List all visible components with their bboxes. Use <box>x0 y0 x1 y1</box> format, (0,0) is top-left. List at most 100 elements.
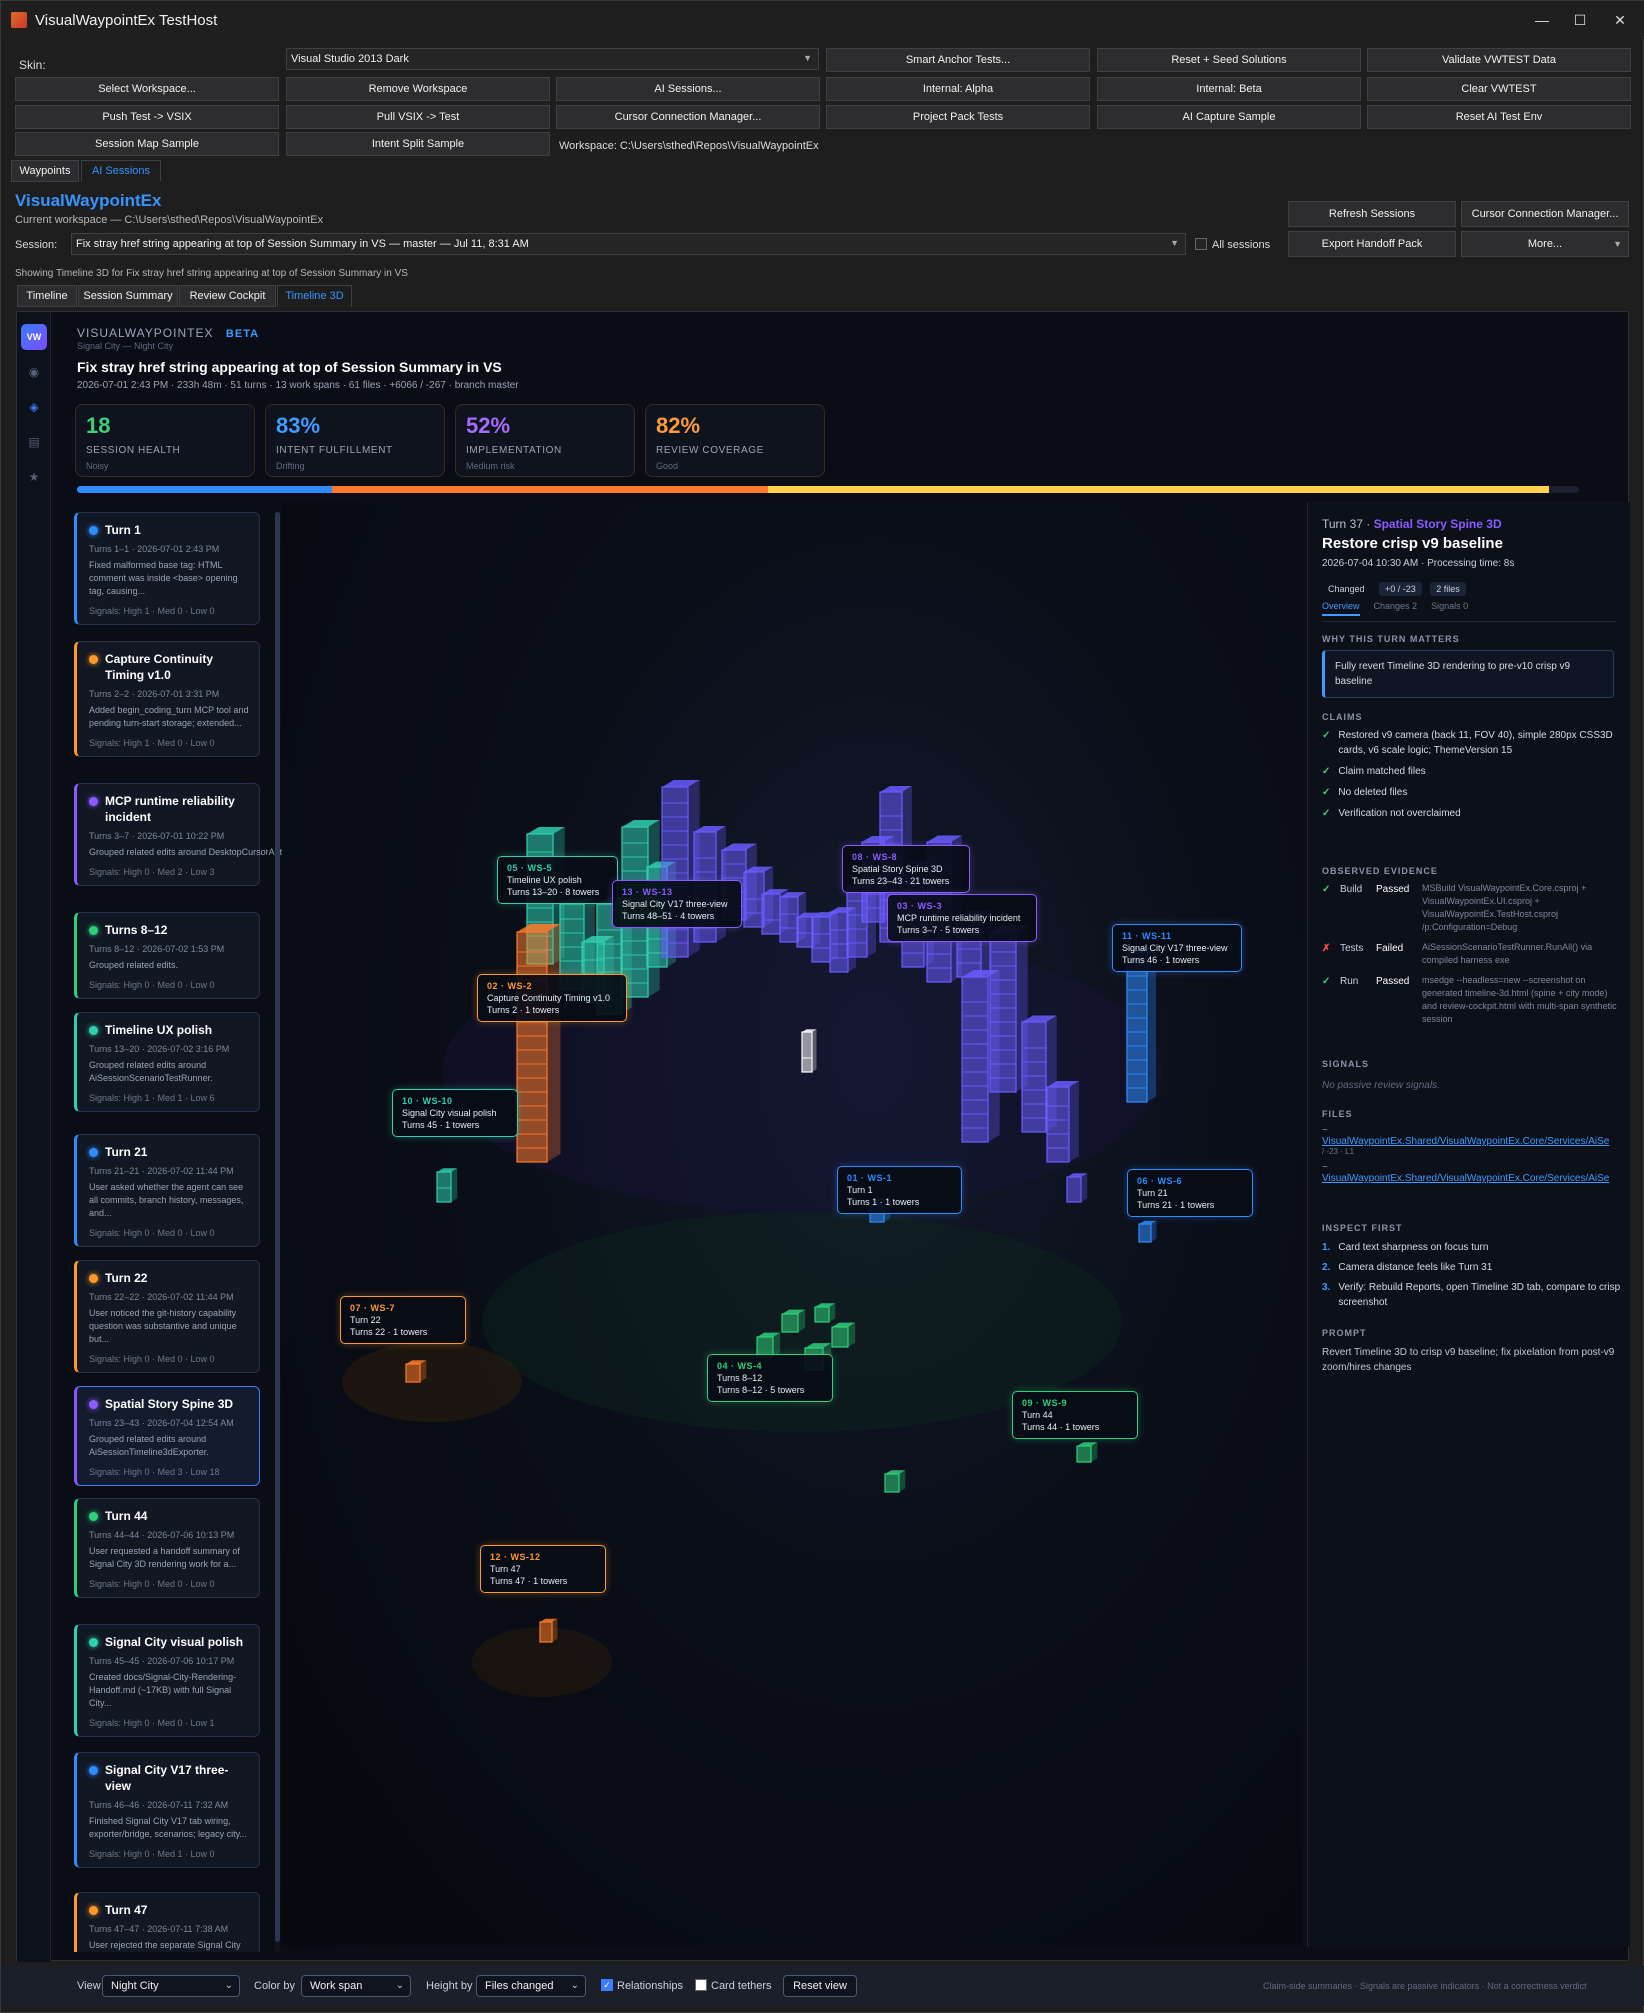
workspace-path: Workspace: C:\Users\sthed\Repos\VisualWa… <box>559 140 819 152</box>
tab-waypoints[interactable]: Waypoints <box>11 160 79 182</box>
all-sessions-checkbox[interactable] <box>1195 238 1207 250</box>
work-span-tag[interactable]: 05 · WS-5 Timeline UX polish Turns 13–20 ·… <box>497 856 618 904</box>
turn-meta: Turns 21–21 · 2026-07-02 11:44 PM <box>89 1166 234 1176</box>
page-title: VisualWaypointEx <box>15 191 162 210</box>
scroll-thumb[interactable] <box>275 512 280 1942</box>
close-button[interactable]: ✕ <box>1597 1 1643 39</box>
file-path[interactable]: VisualWaypointEx.Shared/VisualWaypointEx… <box>1322 1136 1627 1147</box>
remove-workspace-button[interactable]: Remove Workspace <box>286 77 550 101</box>
work-span-tag[interactable]: 10 · WS-10 Signal City visual polish Turns… <box>392 1089 518 1137</box>
work-span-tag[interactable]: 12 · WS-12 Turn 47 Turns 47 · 1 towers <box>480 1545 606 1593</box>
work-span-tag[interactable]: 02 · WS-2 Capture Continuity Timing v1.0 T… <box>477 974 627 1022</box>
turn-card[interactable]: Signal City V17 three-view Turns 46–46 · … <box>74 1752 260 1868</box>
select-workspace-button[interactable]: Select Workspace... <box>15 77 279 101</box>
card-tethers-checkbox[interactable] <box>695 1979 707 1991</box>
turn-card[interactable]: Capture Continuity Timing v1.0 Turns 2–2 … <box>74 641 260 757</box>
star-icon[interactable]: ★ <box>24 467 44 487</box>
turn-card[interactable]: Timeline UX polish Turns 13–20 · 2026-07-… <box>74 1012 260 1112</box>
tab-review-cockpit[interactable]: Review Cockpit <box>179 285 276 307</box>
turn-card[interactable]: Turn 21 Turns 21–21 · 2026-07-02 11:44 PM… <box>74 1134 260 1247</box>
reset-seed-solutions-button[interactable]: Reset + Seed Solutions <box>1097 48 1361 72</box>
turn-card[interactable]: Spatial Story Spine 3D Turns 23–43 · 2026… <box>74 1386 260 1486</box>
work-span-tag[interactable]: 01 · WS-1 Turn 1 Turns 1 · 1 towers <box>837 1166 962 1214</box>
height-by-select[interactable]: Files changed ⌄ <box>476 1975 586 1997</box>
reset-ai-test-env-button[interactable]: Reset AI Test Env <box>1367 105 1631 129</box>
tower-face <box>1127 952 1147 1102</box>
turn-desc: User rejected the separate Signal City t… <box>89 1940 241 1950</box>
detail-tab-signals[interactable]: Signals 0 <box>1431 601 1468 616</box>
file-item[interactable]: ~ VisualWaypointEx.Shared/VisualWaypointE… <box>1322 1125 1627 1156</box>
turn-card[interactable]: Turns 8–12 Turns 8–12 · 2026-07-02 1:53 P… <box>74 912 260 999</box>
inspect-number: 2. <box>1322 1262 1331 1273</box>
relationships-checkbox[interactable]: ✓ <box>601 1979 613 1991</box>
span-code: 11 · WS-11 <box>1122 931 1172 941</box>
turn-list-scrollbar[interactable] <box>275 512 280 1952</box>
turn-dot <box>89 1906 98 1915</box>
tab-session-summary[interactable]: Session Summary <box>78 285 178 307</box>
turn-desc: User requested a handoff summary of Sign… <box>89 1546 240 1569</box>
reset-view-button[interactable]: Reset view <box>783 1975 857 1997</box>
clear-vwtest-button[interactable]: Clear VWTEST <box>1367 77 1631 101</box>
session-select[interactable]: Fix stray href string appearing at top o… <box>71 233 1186 255</box>
color-by-select[interactable]: Work span ⌄ <box>301 1975 411 1997</box>
span-code: 12 · WS-12 <box>490 1552 541 1562</box>
turn-card[interactable]: Signal City visual polish Turns 45–45 · 2… <box>74 1624 260 1737</box>
session-map-sample-button[interactable]: Session Map Sample <box>15 132 279 156</box>
tower-side <box>1081 1173 1088 1202</box>
turn-desc: Grouped related edits around AiSessionTi… <box>89 1434 209 1457</box>
diff-chip: +0 / -23 <box>1379 582 1422 596</box>
ai-sessions-button[interactable]: AI Sessions... <box>556 77 820 101</box>
pull-vsix-test-button[interactable]: Pull VSIX -> Test <box>286 105 550 129</box>
turn-name: Capture Continuity Timing v1.0 <box>105 652 213 682</box>
evidence-status: Passed <box>1376 976 1410 987</box>
tower-face <box>1022 1022 1046 1132</box>
turn-signals: Signals: High 1 · Med 0 · Low 0 <box>89 606 215 616</box>
smart-anchor-tests-button[interactable]: Smart Anchor Tests... <box>826 48 1090 72</box>
list-icon[interactable]: ▤ <box>24 432 44 452</box>
file-path[interactable]: VisualWaypointEx.Shared/VisualWaypointEx… <box>1322 1173 1627 1184</box>
work-span-tag[interactable]: 03 · WS-3 MCP runtime reliability inciden… <box>887 894 1037 942</box>
internal-beta-button[interactable]: Internal: Beta <box>1097 77 1361 101</box>
work-span-tag[interactable]: 09 · WS-9 Turn 44 Turns 44 · 1 towers <box>1012 1391 1138 1439</box>
cube-icon[interactable]: ◈ <box>24 397 44 417</box>
tab-timeline-3d[interactable]: Timeline 3D <box>277 285 352 307</box>
skin-select[interactable]: Visual Studio 2013 Dark ▼ <box>286 48 819 70</box>
city-scene[interactable]: 05 · WS-5 Timeline UX polish Turns 13–20 ·… <box>282 502 1302 1947</box>
more-button[interactable]: More... ▼ <box>1461 231 1629 257</box>
work-span-tag[interactable]: 13 · WS-13 Signal City V17 three-view Turn… <box>612 880 742 928</box>
detail-span-link[interactable]: Spatial Story Spine 3D <box>1374 517 1502 531</box>
refresh-sessions-button[interactable]: Refresh Sessions <box>1288 201 1456 227</box>
project-pack-tests-button[interactable]: Project Pack Tests <box>826 105 1090 129</box>
ai-capture-sample-button[interactable]: AI Capture Sample <box>1097 105 1361 129</box>
push-test-vsix-button[interactable]: Push Test -> VSIX <box>15 105 279 129</box>
turn-card[interactable]: MCP runtime reliability incident Turns 3–… <box>74 783 292 886</box>
cursor-connection-manager-toolbar-button[interactable]: Cursor Connection Manager... <box>556 105 820 129</box>
turn-card[interactable]: Turn 47 Turns 47–47 · 2026-07-11 7:38 AM U… <box>74 1892 260 1952</box>
tab-timeline[interactable]: Timeline <box>17 285 77 307</box>
tab-ai-sessions[interactable]: AI Sessions <box>81 160 161 182</box>
view-select[interactable]: Night City ⌄ <box>102 1975 240 1997</box>
turn-card[interactable]: Turn 44 Turns 44–44 · 2026-07-06 10:13 PM… <box>74 1498 260 1598</box>
work-span-tag[interactable]: 08 · WS-8 Spatial Story Spine 3D Turns 23–… <box>842 845 970 893</box>
turn-card[interactable]: Turn 22 Turns 22–22 · 2026-07-02 11:44 PM… <box>74 1260 260 1373</box>
evidence-status: Failed <box>1376 943 1404 954</box>
turn-card[interactable]: Turn 1 Turns 1–1 · 2026-07-01 2:43 PM Fixe… <box>74 512 260 625</box>
detail-tab-changes[interactable]: Changes 2 <box>1374 601 1418 616</box>
detail-tab-overview[interactable]: Overview <box>1322 601 1360 616</box>
internal-alpha-button[interactable]: Internal: Alpha <box>826 77 1090 101</box>
evidence-label: OBSERVED EVIDENCE <box>1322 866 1438 876</box>
work-span-tag[interactable]: 06 · WS-6 Turn 21 Turns 21 · 1 towers <box>1127 1169 1253 1217</box>
radar-icon[interactable]: ◉ <box>24 362 44 382</box>
file-item[interactable]: ~ VisualWaypointEx.Shared/VisualWaypointE… <box>1322 1162 1627 1184</box>
cursor-connection-manager-button[interactable]: Cursor Connection Manager... <box>1461 201 1629 227</box>
work-span-tag[interactable]: 04 · WS-4 Turns 8–12 Turns 8–12 · 5 towers <box>707 1354 833 1402</box>
work-span-tag[interactable]: 07 · WS-7 Turn 22 Turns 22 · 1 towers <box>340 1296 466 1344</box>
export-handoff-pack-button[interactable]: Export Handoff Pack <box>1288 231 1456 257</box>
kpi-value: 18 <box>86 413 111 438</box>
work-span-tag[interactable]: 11 · WS-11 Signal City V17 three-view Turn… <box>1112 924 1242 972</box>
intent-split-sample-button[interactable]: Intent Split Sample <box>286 132 550 156</box>
span-code: 01 · WS-1 <box>847 1173 893 1183</box>
turn-name: Signal City V17 three-view <box>105 1763 229 1793</box>
validate-vwtest-data-button[interactable]: Validate VWTEST Data <box>1367 48 1631 72</box>
turn-signals: Signals: High 0 · Med 0 · Low 1 <box>89 1718 215 1728</box>
